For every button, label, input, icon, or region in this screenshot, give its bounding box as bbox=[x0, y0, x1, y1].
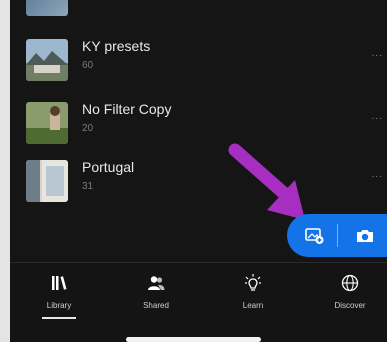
album-thumbnail bbox=[26, 39, 68, 81]
add-photos-icon bbox=[305, 227, 324, 244]
learn-bulb-icon bbox=[245, 274, 261, 291]
more-options-icon[interactable]: ... bbox=[372, 111, 383, 122]
nav-label: Discover bbox=[334, 301, 366, 310]
library-icon bbox=[52, 276, 67, 290]
album-count: 60 bbox=[82, 60, 94, 71]
album-thumbnail-partial bbox=[26, 0, 68, 16]
home-indicator bbox=[126, 337, 261, 342]
album-title: KY presets bbox=[82, 38, 151, 54]
shared-people-icon bbox=[148, 276, 165, 290]
nav-shared[interactable]: Shared bbox=[121, 271, 191, 310]
album-count: 20 bbox=[82, 123, 94, 134]
more-options-icon[interactable]: ... bbox=[372, 48, 383, 59]
album-thumbnail bbox=[26, 102, 68, 144]
nav-learn[interactable]: Learn bbox=[218, 271, 288, 310]
nav-label: Shared bbox=[143, 301, 169, 310]
nav-library[interactable]: Library bbox=[24, 271, 94, 310]
discover-globe-icon bbox=[341, 274, 359, 292]
album-row[interactable]: No Filter Copy 20 ... bbox=[10, 97, 387, 155]
active-tab-indicator bbox=[42, 317, 76, 319]
camera-button[interactable] bbox=[343, 214, 387, 257]
nav-label: Learn bbox=[242, 301, 264, 310]
nav-discover[interactable]: Discover bbox=[315, 271, 385, 310]
album-title: Portugal bbox=[82, 159, 135, 175]
annotation-arrow-icon bbox=[228, 143, 305, 220]
album-thumbnail bbox=[26, 160, 68, 202]
album-row[interactable]: Portugal 31 ... bbox=[10, 155, 387, 213]
more-options-icon[interactable]: ... bbox=[372, 169, 383, 180]
app-screen: KY presets 60 ... No Filter Copy 20 ... bbox=[10, 0, 387, 342]
album-count: 31 bbox=[82, 181, 94, 192]
bottom-navigation: Library Shared Learn Discover bbox=[10, 262, 387, 342]
fab-divider bbox=[337, 224, 338, 247]
album-title: No Filter Copy bbox=[82, 101, 172, 117]
album-row[interactable]: KY presets 60 ... bbox=[10, 34, 387, 92]
add-photos-button[interactable] bbox=[293, 214, 337, 257]
camera-icon bbox=[357, 229, 373, 242]
add-photos-fab bbox=[287, 214, 387, 257]
nav-label: Library bbox=[46, 301, 72, 310]
